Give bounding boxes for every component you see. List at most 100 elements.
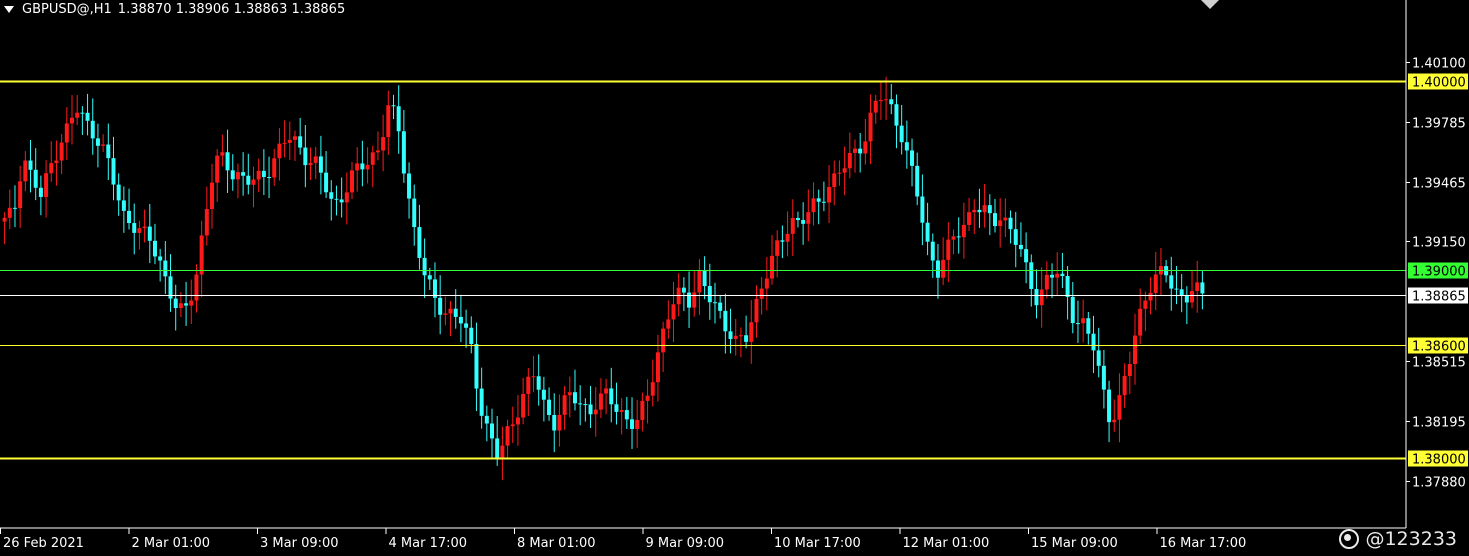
collapse-triangle-icon[interactable] xyxy=(4,6,14,13)
candle-body xyxy=(38,187,43,197)
x-tick-label: 10 Mar 17:00 xyxy=(774,536,861,551)
candle-body xyxy=(453,308,458,317)
candle-body xyxy=(277,143,282,159)
candle-body xyxy=(505,426,510,446)
candle-body xyxy=(650,382,655,396)
candle-body xyxy=(951,236,956,240)
candle-body xyxy=(593,409,598,415)
time-axis-labels: 26 Feb 2021 2 Mar 01:00 3 Mar 09:00 4 Mar 1… xyxy=(0,528,1246,551)
candle-body xyxy=(1101,365,1106,390)
candle-body xyxy=(303,147,308,166)
candle-body xyxy=(391,105,396,107)
candle-body xyxy=(977,209,982,213)
candle-body xyxy=(298,136,303,148)
candle-body xyxy=(956,236,961,238)
candle-body xyxy=(666,319,671,329)
candle-body xyxy=(972,209,977,213)
candle-body xyxy=(1153,274,1158,293)
candle-body xyxy=(1122,376,1127,396)
candle-body xyxy=(935,260,940,278)
candle-body xyxy=(635,419,640,429)
candle-body xyxy=(832,173,837,188)
candle-body xyxy=(967,212,972,225)
candle-body xyxy=(386,105,391,138)
ohlc-values: 1.38870 1.38906 1.38863 1.38865 xyxy=(117,2,346,17)
candle-body xyxy=(1096,350,1101,366)
candle-body xyxy=(1107,389,1112,423)
candle-body xyxy=(54,160,59,164)
candle-body xyxy=(920,196,925,223)
candle-body xyxy=(106,144,111,159)
candle-body xyxy=(852,148,857,153)
candle-body xyxy=(365,164,370,170)
candle-body xyxy=(407,173,412,199)
candle-body xyxy=(728,331,733,340)
chart-shift-marker-icon[interactable] xyxy=(1201,0,1219,9)
candle-body xyxy=(1174,288,1179,290)
candle-body xyxy=(500,445,505,458)
price-chart[interactable]: 1.40100 1.39785 1.39465 1.39150 1.38515 1.381… xyxy=(0,0,1469,556)
candle-body xyxy=(925,222,930,242)
candle-body xyxy=(567,392,572,396)
candle-body xyxy=(697,270,702,293)
candle-body xyxy=(70,117,75,124)
candle-body xyxy=(1065,276,1070,297)
candle-body xyxy=(225,152,230,171)
candle-body xyxy=(998,220,1003,227)
candle-body xyxy=(806,212,811,224)
candle-body xyxy=(490,423,495,439)
candle-body xyxy=(521,393,526,418)
candle-body xyxy=(821,201,826,203)
candle-body xyxy=(2,217,7,222)
candle-body xyxy=(1060,273,1065,277)
candle-body xyxy=(282,142,287,144)
candle-body xyxy=(127,210,132,224)
candle-body xyxy=(707,286,712,303)
candle-body xyxy=(111,158,116,185)
candle-body xyxy=(1070,296,1075,324)
candle-body xyxy=(795,218,800,221)
candle-body xyxy=(474,344,479,389)
candle-body xyxy=(671,304,676,320)
watermark: @123233 xyxy=(1339,528,1457,550)
candle-body xyxy=(1008,217,1013,230)
candle-body xyxy=(899,125,904,143)
candle-body xyxy=(749,322,754,342)
candle-body xyxy=(116,184,121,201)
candle-body xyxy=(49,163,54,174)
candle-body xyxy=(121,200,126,211)
candle-body xyxy=(178,303,183,309)
candle-body xyxy=(360,163,365,170)
candle-body xyxy=(23,160,28,182)
candle-body xyxy=(287,139,292,143)
candle-body xyxy=(827,187,832,203)
candle-body xyxy=(837,172,842,174)
candle-body xyxy=(687,292,692,308)
candle-body xyxy=(873,100,878,113)
candle-body xyxy=(261,170,266,178)
candle-body xyxy=(375,150,380,153)
candle-body xyxy=(1034,288,1039,306)
price-label-1.38000: 1.38000 xyxy=(1412,453,1466,468)
candle-body xyxy=(401,131,406,174)
candle-body xyxy=(744,335,749,342)
candlestick-chart[interactable]: 1.40100 1.39785 1.39465 1.39150 1.38515 1.381… xyxy=(0,0,1469,556)
x-tick-label: 26 Feb 2021 xyxy=(3,536,84,551)
candle-body xyxy=(1190,290,1195,303)
candle-body xyxy=(495,438,500,458)
candle-body xyxy=(816,198,821,202)
candle-body xyxy=(754,298,759,323)
candle-body xyxy=(1200,282,1205,294)
candle-body xyxy=(1055,273,1060,278)
candle-body xyxy=(132,223,137,233)
candle-body xyxy=(427,275,432,280)
y-tick-label: 1.40100 xyxy=(1412,57,1466,72)
y-tick-label: 1.38195 xyxy=(1412,416,1466,431)
candle-body xyxy=(464,323,469,328)
candle-body xyxy=(173,298,178,309)
candle-body xyxy=(619,410,624,412)
x-tick-label: 15 Mar 09:00 xyxy=(1031,536,1118,551)
candle-body xyxy=(930,241,935,261)
candle-body xyxy=(1081,318,1086,324)
candle-body xyxy=(572,392,577,404)
